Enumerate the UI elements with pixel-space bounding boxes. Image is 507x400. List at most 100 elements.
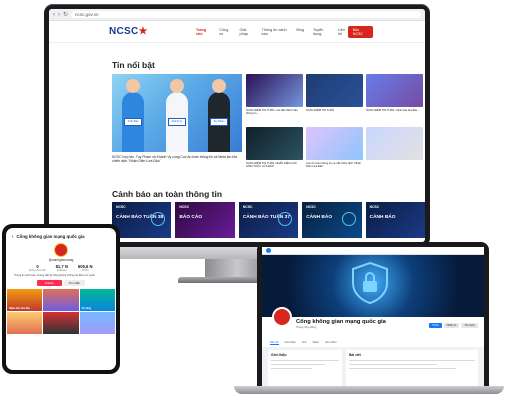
forward-icon[interactable]: ›: [58, 12, 60, 18]
alert-card[interactable]: NCSC CẢNH BÁO TUẦN 38: [112, 202, 172, 238]
text-line: [271, 359, 339, 362]
tablet-screen: ‹ Cổng không gian mạng quốc gia @canhgia…: [6, 228, 116, 370]
news-caption[interactable]: NCSC ĐIỂM TIN TUẦN: Lừa đảo đánh tráo th…: [246, 109, 303, 116]
search-button[interactable]: Tìm kiếm: [461, 323, 478, 328]
tab-about[interactable]: Giới thiệu: [285, 341, 296, 345]
news-caption[interactable]: NCSC ĐIỂM TIN TUẦN: [306, 109, 363, 112]
tab-videos[interactable]: Video: [312, 341, 319, 345]
desktop-monitor: ‹ › ↻ ncsc.gov.vn NCSC★ Trang chủ Công c…: [44, 4, 430, 247]
tablet-device: ‹ Cổng không gian mạng quốc gia @canhgia…: [2, 224, 120, 374]
alert-card[interactable]: NCSC CẢNH BÁO: [302, 202, 362, 238]
featured-news-section: Tin nổi bật Tuấn Bảo Khánh Vy Tuy Phạm N…: [49, 60, 425, 177]
lock-icon: [278, 212, 293, 226]
news-thumbnail: [306, 74, 363, 107]
logo-text: NCSC: [109, 26, 139, 37]
news-card[interactable]: NCSC ĐIỂM TIN TUẦN: NHẬN DIỆN CÁC HÌNH T…: [246, 127, 303, 177]
page-name: Cổng không gian mạng quốc gia: [296, 319, 386, 325]
page-tabs: Bài viết Giới thiệu Ảnh Video Xem thêm: [270, 341, 337, 345]
page-actions: Thích Nhắn tin Tìm kiếm: [429, 323, 478, 328]
alert-card[interactable]: NCSC CẢNH BÁO: [365, 202, 425, 238]
menu-item-blog[interactable]: Blog: [296, 28, 304, 36]
news-card[interactable]: NCSC ĐIỂM TIN TUẦN: Lừa đảo đánh tráo th…: [246, 74, 303, 124]
monitor-screen: ‹ › ↻ ncsc.gov.vn NCSC★ Trang chủ Công c…: [49, 9, 425, 242]
message-button[interactable]: Tin nhắn: [63, 280, 86, 286]
address-bar[interactable]: ncsc.gov.vn: [71, 11, 421, 18]
alert-brand: NCSC: [306, 205, 316, 209]
alert-brand: NCSC: [369, 205, 380, 209]
alert-title: CẢNH BÁO: [306, 215, 333, 220]
small-news-grid: NCSC ĐIỂM TIN TUẦN: Lừa đảo đánh tráo th…: [246, 74, 423, 177]
tiktok-header: ‹ Cổng không gian mạng quốc gia: [6, 228, 116, 239]
sign-label: Tuấn Bảo: [124, 118, 142, 126]
text-line: [349, 359, 475, 362]
alert-card[interactable]: NCSC CẢNH BÁO TUẦN 37: [238, 202, 299, 238]
video-thumbnail[interactable]: Nhận diện lừa đảo: [7, 289, 43, 311]
shield-icon: [352, 261, 388, 305]
reload-icon[interactable]: ↻: [63, 11, 68, 18]
menu-item-contact[interactable]: Liên hệ: [338, 28, 348, 36]
profile-actions: Follow Tin nhắn: [6, 280, 116, 286]
news-thumbnail: [246, 74, 303, 107]
alert-card[interactable]: NCSC BÁO CÁO: [175, 202, 235, 238]
tab-more[interactable]: Xem thêm: [325, 341, 337, 345]
text-line: [349, 367, 457, 370]
ncsc-logo[interactable]: NCSC★: [109, 26, 148, 37]
featured-article-caption[interactable]: NCSC hợp tác, Tuy Phạm và Khánh Vy cùng …: [112, 155, 242, 163]
featured-article-image: Tuấn Bảo Khánh Vy Tuy Phạm: [112, 74, 242, 152]
section-title-news: Tin nổi bật: [112, 60, 155, 70]
star-icon: ★: [138, 26, 148, 37]
tab-photos[interactable]: Ảnh: [302, 341, 307, 345]
back-icon[interactable]: ‹: [12, 234, 13, 239]
menu-item-tools[interactable]: Công cụ: [219, 28, 230, 36]
video-label: Nhận diện lừa đảo: [9, 307, 30, 310]
news-caption[interactable]: Cục An toàn thông tin ra mắt chiến dịch …: [306, 162, 363, 169]
news-card[interactable]: [366, 127, 423, 177]
news-card[interactable]: NCSC ĐIỂM TIN TUẦN: Cảnh báo lừa đảo...: [366, 74, 423, 124]
alert-brand: NCSC: [179, 205, 190, 209]
featured-article[interactable]: Tuấn Bảo Khánh Vy Tuy Phạm NCSC hợp tác,…: [112, 74, 242, 177]
browser-toolbar: ‹ › ↻ ncsc.gov.vn: [49, 9, 425, 21]
facebook-icon[interactable]: [266, 248, 271, 253]
laptop-device: Cổng không gian mạng quốc gia Trang cộng…: [257, 242, 489, 386]
sign-label: Khánh Vy: [168, 118, 186, 126]
feed-title: Bài viết: [349, 353, 361, 357]
video-thumbnail[interactable]: [43, 289, 79, 311]
report-button[interactable]: Báo NCSC: [347, 25, 373, 38]
alert-brand: NCSC: [116, 205, 126, 209]
avatar[interactable]: [54, 243, 68, 257]
text-line: [271, 367, 312, 370]
menu-item-solutions[interactable]: Giải pháp: [240, 28, 253, 36]
news-thumbnail: [246, 127, 303, 160]
stat-followers[interactable]: 81,7 N Follower: [56, 264, 68, 272]
profile-stats: 0 Đang theo dõi 81,7 N Follower 605,6 N …: [6, 264, 116, 272]
menu-item-alerts[interactable]: Thông tin cảnh báo: [261, 28, 287, 36]
alert-brand: NCSC: [242, 205, 253, 209]
cover-photo: [262, 255, 484, 317]
page-body: Giới thiệu Bài viết: [262, 347, 484, 386]
menu-item-careers[interactable]: Tuyển dụng: [313, 28, 329, 36]
video-thumbnail[interactable]: [43, 312, 79, 334]
news-grid: Tuấn Bảo Khánh Vy Tuy Phạm NCSC hợp tác,…: [49, 74, 425, 177]
news-thumbnail: [366, 74, 423, 107]
stat-likes[interactable]: 605,6 N Thích: [78, 264, 93, 272]
news-caption[interactable]: NCSC ĐIỂM TIN TUẦN: NHẬN DIỆN CÁC HÌNH T…: [246, 162, 303, 169]
news-card[interactable]: Cục An toàn thông tin ra mắt chiến dịch …: [306, 127, 363, 177]
news-card[interactable]: NCSC ĐIỂM TIN TUẦN: [306, 74, 363, 124]
stat-following[interactable]: 0 Đang theo dõi: [29, 264, 45, 272]
like-button[interactable]: Thích: [429, 323, 442, 328]
menu-item-home[interactable]: Trang chủ: [196, 28, 210, 36]
avatar[interactable]: [272, 307, 292, 327]
follow-button[interactable]: Follow: [36, 280, 62, 286]
news-caption[interactable]: NCSC ĐIỂM TIN TUẦN: Cảnh báo lừa đảo...: [366, 109, 423, 112]
text-line: [271, 363, 326, 366]
video-thumbnail[interactable]: [79, 312, 115, 334]
back-icon[interactable]: ‹: [53, 12, 55, 18]
tab-posts[interactable]: Bài viết: [270, 341, 279, 345]
video-thumbnail[interactable]: Kỹ năng: [79, 289, 115, 311]
profile-handle: @canhgiacmang: [48, 258, 74, 262]
video-thumbnail[interactable]: [7, 312, 43, 334]
stat-label: Đang theo dõi: [29, 269, 46, 272]
shield-icon: [341, 212, 356, 226]
message-button[interactable]: Nhắn tin: [443, 323, 460, 328]
stat-label: Thích: [81, 269, 89, 272]
